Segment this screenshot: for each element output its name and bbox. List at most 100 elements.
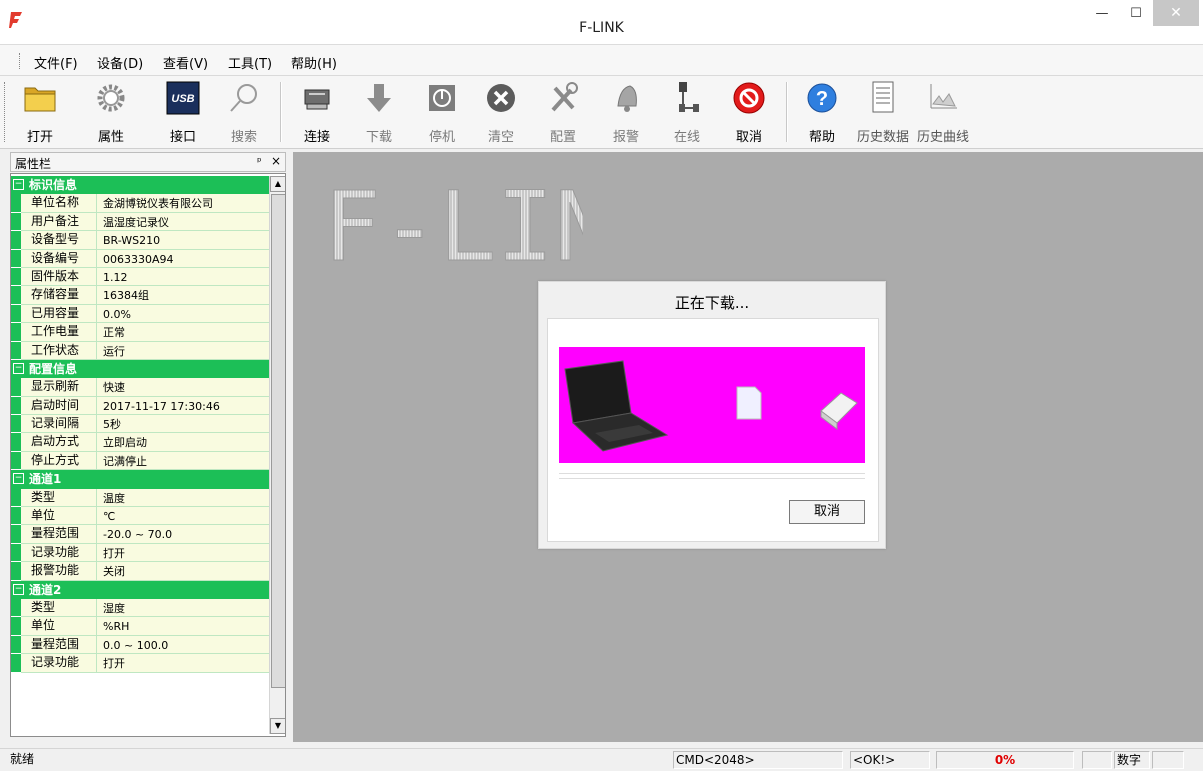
property-category[interactable]: − 配置信息 [11, 359, 269, 379]
property-key: 记录功能 [11, 543, 97, 562]
online-button[interactable]: 在线 [659, 78, 715, 146]
connect-button[interactable]: 连接 [289, 78, 345, 146]
property-value: 温湿度记录仪 [97, 212, 269, 231]
property-value: 16384组 [97, 286, 269, 304]
property-value: 5秒 [97, 415, 269, 433]
property-key: 单位 [11, 507, 97, 525]
search-button[interactable]: 搜索 [216, 78, 272, 146]
property-row[interactable]: 量程范围 -20.0 ~ 70.0 [11, 525, 269, 544]
cancel-button[interactable]: 取消 [721, 78, 777, 146]
property-row[interactable]: 停止方式 记满停止 [11, 451, 269, 471]
property-value: ℃ [97, 507, 269, 525]
menu-help[interactable]: 帮助(H) [291, 53, 337, 72]
flink-logo-text: F-LINK [323, 172, 583, 272]
interface-button[interactable]: USB 接口 [155, 78, 211, 146]
property-row[interactable]: 记录间隔 5秒 [11, 415, 269, 434]
close-icon: ✕ [1170, 5, 1182, 21]
collapse-icon[interactable]: − [13, 179, 24, 190]
history-curve-button[interactable]: 历史曲线 [910, 78, 976, 146]
status-cmd: CMD<2048> [673, 751, 843, 769]
history-curve-label: 历史曲线 [916, 130, 969, 145]
collapse-icon[interactable]: − [13, 583, 24, 595]
property-row[interactable]: 报警功能 关闭 [11, 562, 269, 581]
dialog-cancel-button[interactable]: 取消 [789, 500, 865, 524]
property-row[interactable]: 固件版本 1.12 [11, 267, 269, 287]
property-key: 已用容量 [11, 304, 97, 323]
property-row[interactable]: 启动方式 立即启动 [11, 433, 269, 452]
property-grid: − 标识信息 单位名称 金湖博锐仪表有限公司 用户备注 温湿度记录仪 设备型号 BR-WS21… [10, 173, 286, 737]
status-ok: <OK!> [850, 751, 930, 769]
property-row[interactable]: 显示刷新 快速 [11, 378, 269, 397]
property-value: 打开 [97, 654, 269, 672]
configure-button[interactable]: 配置 [535, 78, 591, 146]
usb-badge-text: USB [171, 93, 194, 105]
category-label: 通道2 [29, 582, 62, 597]
laptop-icon [564, 360, 669, 452]
scroll-down-icon[interactable]: ▼ [270, 718, 285, 734]
property-row[interactable]: 单位 ℃ [11, 507, 269, 526]
menu-grip [19, 53, 22, 69]
property-row[interactable]: 记录功能 打开 [11, 543, 269, 563]
property-value: 记满停止 [97, 451, 269, 470]
property-category[interactable]: − 通道2 [11, 580, 269, 599]
cancel-label: 取消 [735, 130, 762, 145]
property-row[interactable]: 工作状态 运行 [11, 341, 269, 360]
printer-connect-icon [304, 89, 330, 110]
property-row[interactable]: 已用容量 0.0% [11, 304, 269, 324]
status-ready: 就绪 [10, 752, 35, 766]
property-row[interactable]: 设备型号 BR-WS210 [11, 231, 269, 250]
menu-file[interactable]: 文件(F) [34, 53, 78, 72]
scroll-up-icon[interactable]: ▲ [270, 176, 285, 192]
property-row[interactable]: 类型 温度 [11, 488, 269, 508]
property-key: 显示刷新 [11, 378, 97, 396]
dialog-title: 正在下载... [674, 294, 750, 312]
property-key: 量程范围 [11, 525, 97, 543]
property-row[interactable]: 记录功能 打开 [11, 654, 269, 673]
stop-button[interactable]: 停机 [414, 78, 470, 146]
property-category[interactable]: − 标识信息 [11, 176, 269, 195]
download-dialog: 正在下载... 取消 [538, 281, 886, 549]
property-value: 2017-11-17 17:30:46 [97, 396, 269, 415]
category-label: 通道1 [29, 472, 62, 487]
property-value: 温度 [97, 488, 269, 507]
property-row[interactable]: 量程范围 0.0 ~ 100.0 [11, 635, 269, 655]
property-key: 报警功能 [11, 562, 97, 580]
property-row[interactable]: 类型 湿度 [11, 598, 269, 618]
property-row[interactable]: 单位名称 金湖博锐仪表有限公司 [11, 194, 269, 213]
close-button[interactable]: ✕ [1153, 0, 1199, 26]
property-row[interactable]: 存储容量 16384组 [11, 286, 269, 305]
property-key: 工作状态 [11, 341, 97, 359]
status-blank [1082, 751, 1112, 769]
property-row[interactable]: 启动时间 2017-11-17 17:30:46 [11, 396, 269, 416]
maximize-button[interactable]: ☐ [1119, 0, 1153, 26]
property-scrollbar[interactable]: ▲ ▼ [269, 176, 285, 734]
menu-view[interactable]: 查看(V) [163, 53, 208, 72]
property-key: 启动方式 [11, 433, 97, 451]
scroll-thumb[interactable] [271, 194, 285, 688]
minimize-button[interactable]: — [1085, 0, 1119, 26]
status-blank-2 [1152, 751, 1184, 769]
property-key: 设备编号 [11, 249, 97, 267]
download-button[interactable]: 下载 [351, 78, 407, 146]
property-category[interactable]: − 通道1 [11, 470, 269, 489]
collapse-icon[interactable]: − [13, 362, 24, 374]
property-row[interactable]: 单位 %RH [11, 617, 269, 636]
property-row[interactable]: 设备编号 0063330A94 [11, 249, 269, 268]
property-value: -20.0 ~ 70.0 [97, 525, 269, 543]
collapse-icon[interactable]: − [13, 473, 24, 485]
open-button[interactable]: 打开 [12, 78, 68, 146]
property-row[interactable]: 用户备注 温湿度记录仪 [11, 212, 269, 232]
property-row[interactable]: 工作电量 正常 [11, 323, 269, 342]
properties-button[interactable]: 属性 [83, 78, 139, 146]
panel-close-icon[interactable]: × [271, 154, 281, 168]
pin-icon[interactable]: ᵖ [257, 155, 262, 168]
open-label: 打开 [26, 130, 53, 145]
download-progress [559, 473, 865, 479]
clear-button[interactable]: 清空 [473, 78, 529, 146]
alarm-button[interactable]: 报警 [598, 78, 654, 146]
menu-device[interactable]: 设备(D) [97, 53, 143, 72]
menu-tools[interactable]: 工具(T) [228, 53, 272, 72]
property-key: 启动时间 [11, 396, 97, 415]
flink-logo: F-LINK [323, 172, 583, 272]
category-label: 配置信息 [29, 361, 78, 376]
